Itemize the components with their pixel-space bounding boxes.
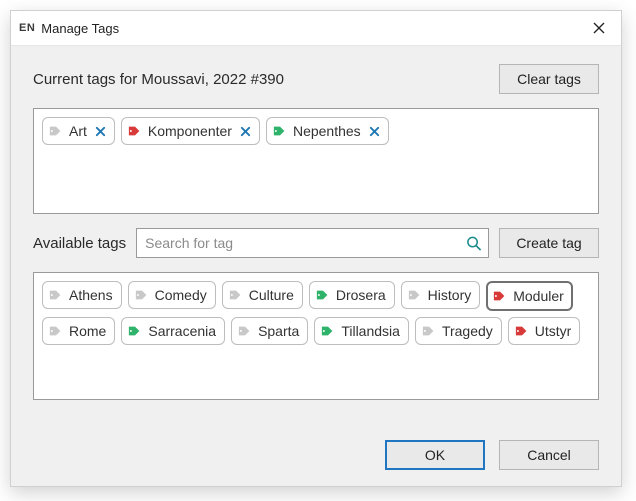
tag-icon — [128, 124, 142, 138]
search-icon[interactable] — [466, 236, 481, 251]
tag-label: Tillandsia — [341, 323, 400, 339]
tag-icon — [422, 324, 436, 338]
titlebar: EN Manage Tags — [11, 11, 621, 46]
current-tags-label: Current tags for Moussavi, 2022 #390 — [33, 71, 489, 88]
tag-label: Moduler — [513, 288, 564, 304]
available-tags-box[interactable]: Athens Comedy Culture Drosera History Moduler… — [33, 272, 599, 400]
tag-search-input[interactable] — [136, 228, 489, 258]
create-tag-button[interactable]: Create tag — [499, 228, 599, 258]
tag-label: Rome — [69, 323, 106, 339]
current-tag-chip[interactable]: Nepenthes — [266, 117, 389, 145]
manage-tags-dialog: EN Manage Tags Current tags for Moussavi… — [10, 10, 622, 487]
dialog-footer: OK Cancel — [33, 432, 599, 470]
available-tag-chip[interactable]: Tragedy — [415, 317, 502, 345]
tag-icon — [238, 324, 252, 338]
current-tag-chip[interactable]: Komponenter — [121, 117, 260, 145]
cancel-button[interactable]: Cancel — [499, 440, 599, 470]
tag-label: Nepenthes — [293, 123, 361, 139]
available-tag-chip[interactable]: History — [401, 281, 481, 309]
dialog-body: Current tags for Moussavi, 2022 #390 Cle… — [11, 46, 621, 486]
tag-icon — [316, 288, 330, 302]
ok-button[interactable]: OK — [385, 440, 485, 470]
tag-icon — [128, 324, 142, 338]
tag-icon — [49, 288, 63, 302]
tag-icon — [49, 124, 63, 138]
tag-icon — [273, 124, 287, 138]
tag-icon — [229, 288, 243, 302]
tag-icon — [408, 288, 422, 302]
current-reference: Moussavi, 2022 #390 — [141, 71, 284, 88]
tag-label: Komponenter — [148, 123, 232, 139]
tag-icon — [515, 324, 529, 338]
close-icon — [593, 22, 605, 34]
tag-label: History — [428, 287, 472, 303]
search-wrap — [136, 228, 489, 258]
available-tag-chip[interactable]: Utstyr — [508, 317, 581, 345]
current-tag-chip[interactable]: Art — [42, 117, 115, 145]
tag-label: Sparta — [258, 323, 299, 339]
tag-label: Utstyr — [535, 323, 572, 339]
tag-label: Comedy — [155, 287, 207, 303]
available-tag-chip[interactable]: Tillandsia — [314, 317, 409, 345]
tag-label: Culture — [249, 287, 294, 303]
available-tag-chip[interactable]: Sarracenia — [121, 317, 225, 345]
available-tags-label: Available tags — [33, 235, 126, 252]
available-tag-chip[interactable]: Sparta — [231, 317, 308, 345]
tag-icon — [493, 289, 507, 303]
tag-icon — [321, 324, 335, 338]
clear-tags-button[interactable]: Clear tags — [499, 64, 599, 94]
remove-tag-button[interactable] — [95, 126, 106, 137]
available-tag-chip[interactable]: Athens — [42, 281, 122, 309]
window-title: Manage Tags — [41, 21, 119, 36]
available-tag-chip[interactable]: Culture — [222, 281, 303, 309]
available-tag-chip[interactable]: Moduler — [486, 281, 573, 311]
tag-label: Drosera — [336, 287, 386, 303]
tag-label: Art — [69, 123, 87, 139]
tag-label: Sarracenia — [148, 323, 216, 339]
tag-icon — [135, 288, 149, 302]
current-tags-prefix: Current tags for — [33, 71, 141, 88]
tag-icon — [49, 324, 63, 338]
tag-label: Athens — [69, 287, 113, 303]
available-tag-chip[interactable]: Rome — [42, 317, 115, 345]
available-tag-chip[interactable]: Drosera — [309, 281, 395, 309]
remove-tag-button[interactable] — [369, 126, 380, 137]
window-close-button[interactable] — [585, 14, 613, 42]
current-tags-header: Current tags for Moussavi, 2022 #390 Cle… — [33, 64, 599, 94]
available-header: Available tags Create tag — [33, 228, 599, 258]
current-tags-box[interactable]: Art Komponenter Nepenthes — [33, 108, 599, 214]
tag-label: Tragedy — [442, 323, 493, 339]
remove-tag-button[interactable] — [240, 126, 251, 137]
app-badge: EN — [19, 22, 35, 34]
available-tag-chip[interactable]: Comedy — [128, 281, 216, 309]
